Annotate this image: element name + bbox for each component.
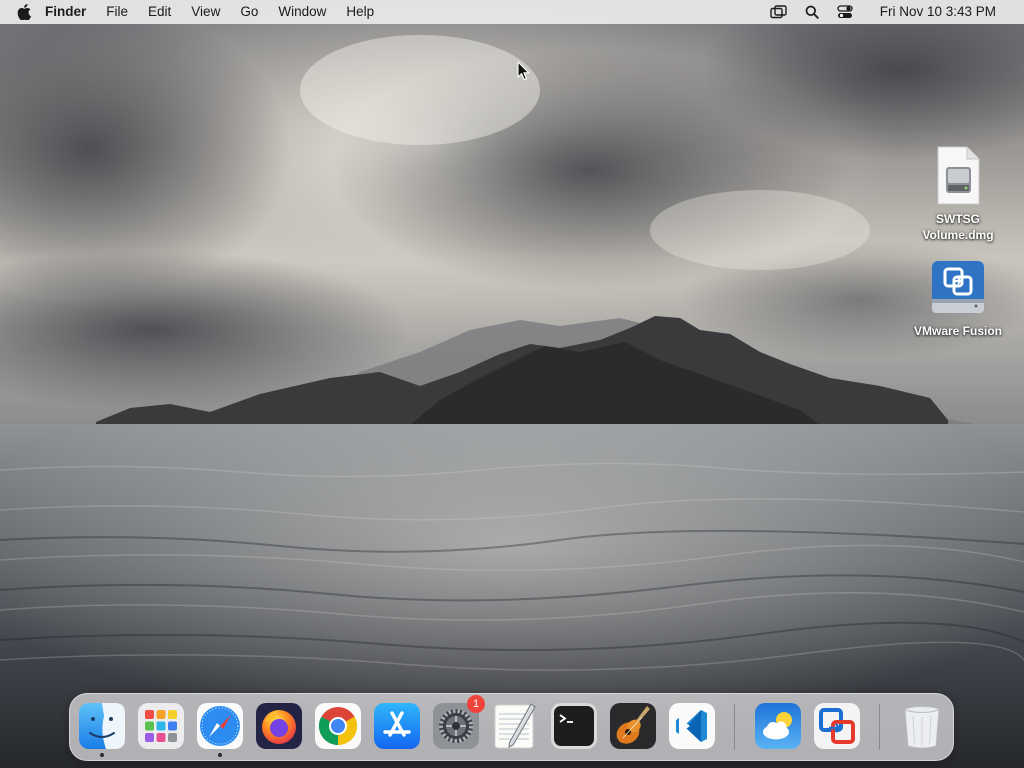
control-center-icon[interactable] xyxy=(834,0,856,24)
firefox-icon xyxy=(256,703,302,749)
weather-icon xyxy=(755,703,801,749)
dock-vscode[interactable] xyxy=(668,702,716,750)
menu-bar-status-area: Fri Nov 10 3:43 PM xyxy=(757,0,1024,24)
screen-mirroring-icon[interactable] xyxy=(768,0,790,24)
menu-help[interactable]: Help xyxy=(336,0,384,24)
dock-vmware-fusion[interactable] xyxy=(813,702,861,750)
apple-logo-icon[interactable] xyxy=(17,4,31,21)
launchpad-icon xyxy=(138,703,184,749)
desktop-icon-vmware-fusion[interactable]: VMware Fusion xyxy=(903,259,1013,339)
menu-edit[interactable]: Edit xyxy=(138,0,181,24)
mouse-pointer-icon xyxy=(517,61,530,81)
dock-terminal[interactable] xyxy=(550,702,598,750)
dock-trash[interactable] xyxy=(898,702,946,750)
running-indicator xyxy=(218,753,222,757)
menu-bar: Finder File Edit View Go Window Help Fri… xyxy=(0,0,1024,24)
safari-icon xyxy=(197,703,243,749)
spotlight-search-icon[interactable] xyxy=(801,0,823,24)
garageband-icon xyxy=(610,703,656,749)
vmware-fusion-icon xyxy=(814,703,860,749)
textedit-icon xyxy=(494,703,536,749)
menu-bar-clock[interactable]: Fri Nov 10 3:43 PM xyxy=(870,0,1006,24)
chrome-icon xyxy=(315,703,361,749)
dock-safari[interactable] xyxy=(196,702,244,757)
disk-image-file-icon xyxy=(933,145,983,207)
menu-window[interactable]: Window xyxy=(268,0,336,24)
menu-file[interactable]: File xyxy=(96,0,138,24)
dock-firefox[interactable] xyxy=(255,702,303,750)
desktop-icon-label: Volume.dmg xyxy=(922,228,994,242)
dock-garageband[interactable] xyxy=(609,702,657,750)
menu-go[interactable]: Go xyxy=(230,0,268,24)
desktop-icon-swtsg-volume[interactable]: SWTSG Volume.dmg xyxy=(903,145,1013,243)
finder-icon xyxy=(79,703,125,749)
app-store-icon xyxy=(374,703,420,749)
desktop-icon-label: VMware Fusion xyxy=(913,324,1002,338)
dock-system-settings[interactable]: 1 xyxy=(432,695,485,750)
dock-separator xyxy=(734,704,735,750)
dock: 1 xyxy=(69,693,954,761)
desktop: Finder File Edit View Go Window Help Fri… xyxy=(0,0,1024,768)
dock-chrome[interactable] xyxy=(314,702,362,750)
dock-weather[interactable] xyxy=(754,702,802,750)
desktop-wallpaper xyxy=(0,0,1024,768)
menu-view[interactable]: View xyxy=(181,0,230,24)
dock-separator xyxy=(879,704,880,750)
notification-badge: 1 xyxy=(467,695,485,713)
dock-launchpad[interactable] xyxy=(137,702,185,750)
vscode-icon xyxy=(669,703,715,749)
vmware-volume-icon xyxy=(929,259,987,319)
dock-app-store[interactable] xyxy=(373,702,421,750)
trash-icon xyxy=(904,706,940,749)
running-indicator xyxy=(100,753,104,757)
terminal-icon xyxy=(551,703,597,749)
dock-textedit[interactable] xyxy=(491,702,539,750)
desktop-icon-label: SWTSG xyxy=(936,212,980,226)
menu-app-finder[interactable]: Finder xyxy=(39,0,96,24)
dock-finder[interactable] xyxy=(78,702,126,757)
